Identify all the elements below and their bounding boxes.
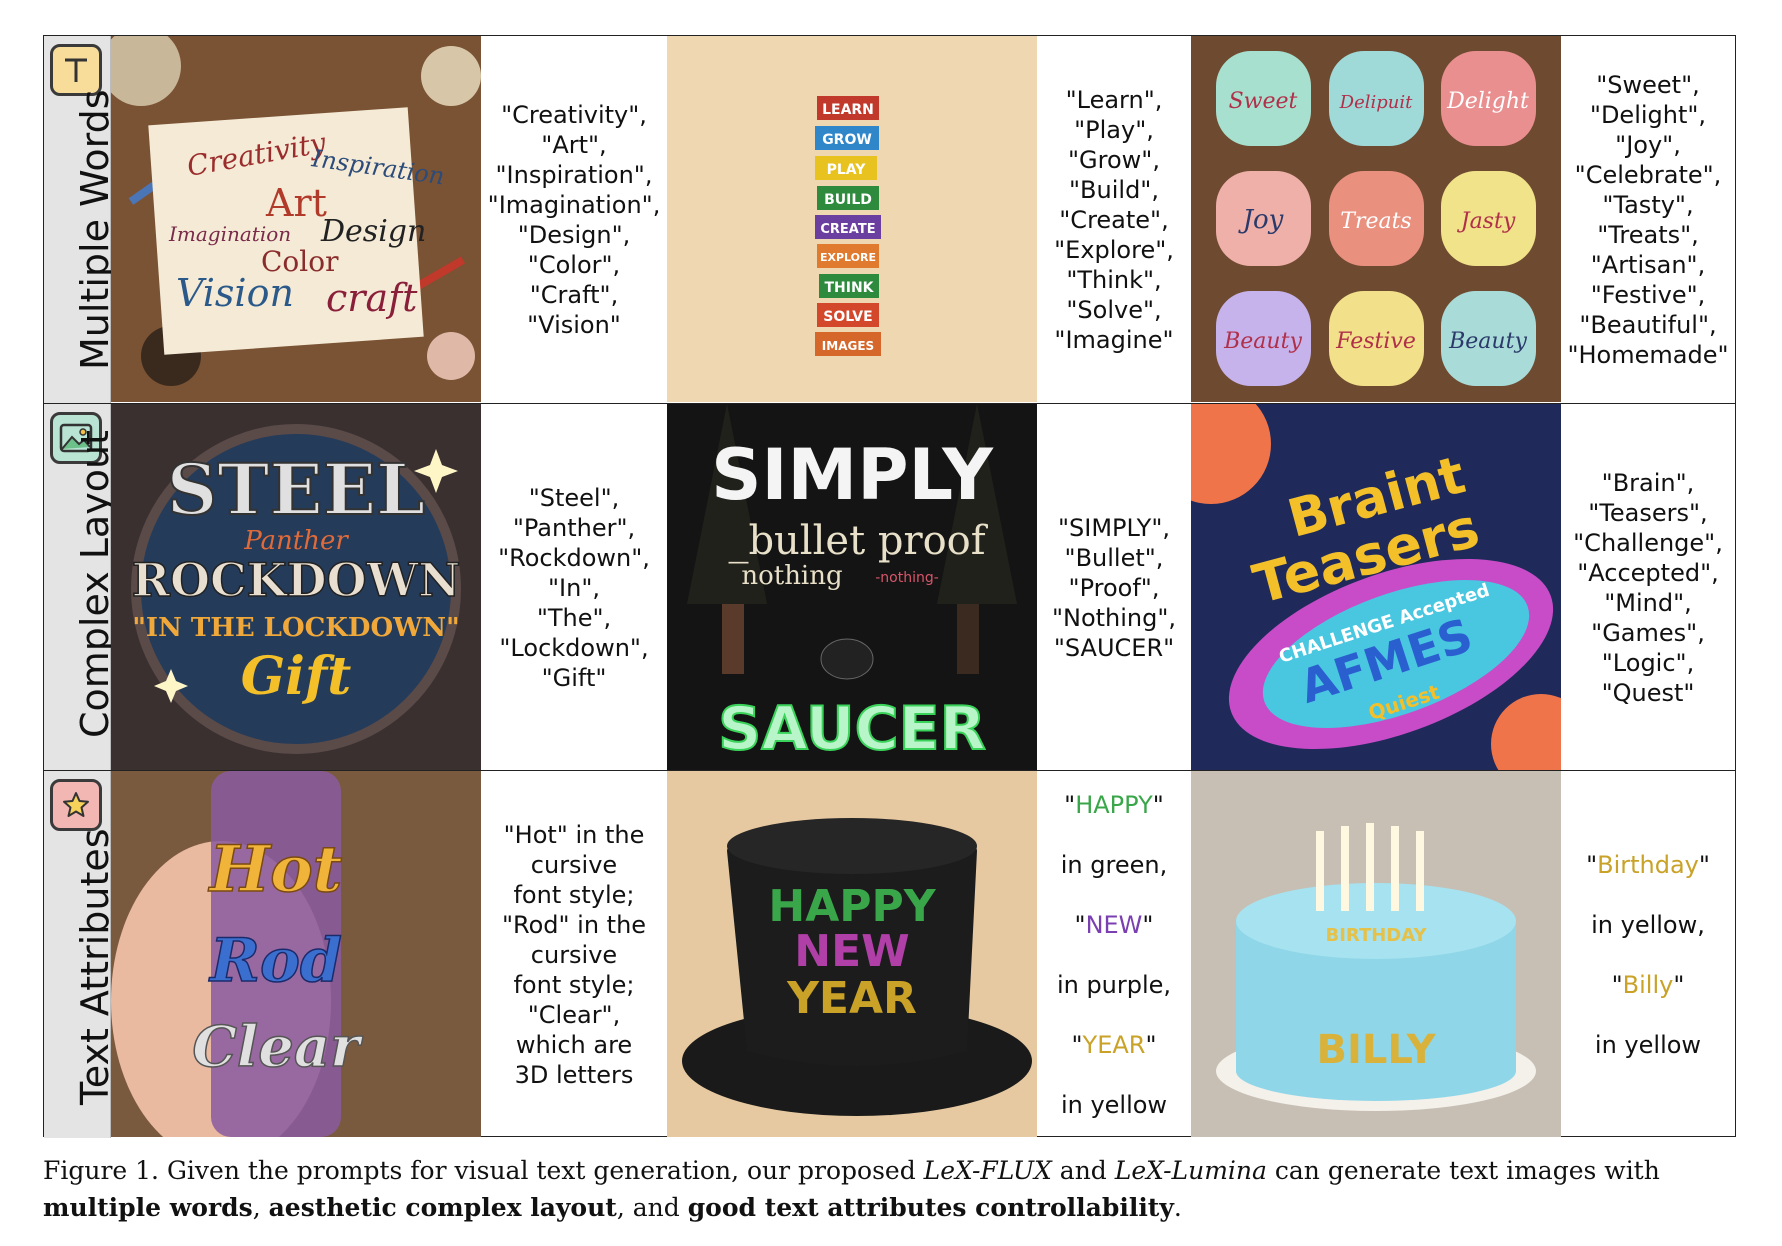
attr-line: "HAPPY" [1064,790,1164,819]
row-label: Complex Layout [73,430,117,738]
stacked-word-blocks-image: LEARN GROW PLAY BUILD CREATE EXPLORE THI… [667,36,1037,403]
svg-text:-nothing-: -nothing- [875,570,939,586]
concert-stage-neon-image: SIMPLY _bullet proof nothing -nothing- S… [667,404,1037,771]
svg-text:Clear: Clear [192,1014,363,1080]
svg-text:THINK: THINK [824,280,874,296]
svg-text:LEARN: LEARN [822,102,874,118]
new-year-top-hat-image: HAPPY NEW YEAR [667,771,1037,1138]
prompt-text: "SIMPLY", "Bullet", "Proof", "Nothing", … [1051,513,1177,662]
svg-text:NEW: NEW [794,926,909,977]
decorated-cookies-image: Sweet Delipuit Delight Joy Treats Jasty … [1191,36,1561,403]
colored-word: NEW [1085,910,1143,939]
svg-text:STEEL: STEEL [167,448,426,531]
colored-word: Birthday [1597,850,1699,879]
svg-text:YEAR: YEAR [786,973,917,1024]
svg-text:SAUCER: SAUCER [718,694,986,764]
svg-text:nothing: nothing [741,561,842,591]
attr-line: "Billy" [1611,970,1685,999]
attr-line: "YEAR" [1071,1030,1157,1059]
steel-panther-badge-image: STEEL Panther ROCKDOWN "IN THE LOCKDOWN"… [111,404,481,771]
row-multiple-words: Multiple Words Creativity Inspiration Ar… [44,36,1735,403]
svg-text:"IN THE LOCKDOWN": "IN THE LOCKDOWN" [132,613,459,643]
svg-text:SOLVE: SOLVE [823,309,872,325]
prompt-text: "Hot" in the cursive font style; "Rod" i… [501,820,647,1089]
svg-text:Joy: Joy [1238,205,1284,235]
svg-text:Sweet: Sweet [1229,89,1298,114]
colored-word: HAPPY [1075,790,1153,819]
attr-line: in yellow, [1591,910,1705,939]
row-label-column: Multiple Words [44,36,117,403]
text-t-icon [50,44,102,96]
svg-text:Design: Design [320,214,426,249]
row-label: Multiple Words [73,89,117,371]
svg-text:GROW: GROW [822,132,872,148]
svg-text:Festive: Festive [1335,329,1416,354]
svg-text:_bullet proof: _bullet proof [728,518,988,564]
svg-text:Gift: Gift [241,646,352,707]
colored-word: Billy [1622,970,1674,999]
svg-text:Treats: Treats [1340,209,1411,234]
attr-line: in yellow [1060,1090,1168,1119]
svg-text:Jasty: Jasty [1457,209,1516,234]
prompt-text: "Learn", "Play", "Grow", "Build", "Creat… [1054,85,1174,354]
svg-text:CREATE: CREATE [820,222,875,237]
svg-text:Art: Art [265,181,327,225]
attr-line: in purple, [1056,970,1172,999]
svg-text:Vision: Vision [176,271,294,315]
attribute-prompt: "HAPPY" in green, "NEW" in purple, "YEAR… [1037,771,1191,1138]
svg-text:PLAY: PLAY [827,162,867,178]
row-label-column: Complex Layout [44,404,117,771]
hand-holding-gem-tube-image: Hot Rod Clear [111,771,481,1138]
figure-caption: Figure 1. Given the prompts for visual t… [43,1156,1660,1222]
svg-text:Panther: Panther [243,526,349,556]
svg-text:Delight: Delight [1446,89,1529,114]
svg-text:Rod: Rod [208,926,342,996]
attr-line: "NEW" [1074,910,1154,939]
svg-text:SIMPLY: SIMPLY [711,434,994,516]
row-complex-layout: Complex Layout STEEL Panther ROCKDOWN "I… [44,403,1735,771]
svg-text:ROCKDOWN: ROCKDOWN [132,553,461,607]
svg-text:Hot: Hot [208,832,343,907]
svg-text:Beauty: Beauty [1448,329,1527,354]
prompt-text: "Creativity", "Art", "Inspiration", "Ima… [487,100,661,339]
attribute-prompt: "Birthday" in yellow, "Billy" in yellow [1561,771,1735,1138]
prompt-text: "Sweet", "Delight", "Joy", "Celebrate", … [1567,70,1729,369]
svg-text:BUILD: BUILD [824,192,872,208]
colored-word: YEAR [1082,1030,1146,1059]
attr-line: "Birthday" [1586,850,1710,879]
svg-text:HAPPY: HAPPY [768,881,936,932]
art-supplies-calligraphy-image: Creativity Inspiration Art Imagination D… [111,36,481,403]
attr-line: in green, [1060,850,1168,879]
svg-text:EXPLORE: EXPLORE [820,251,876,264]
row-text-attributes: Text Attributes Hot Rod Clear "Hot" in t… [44,770,1735,1138]
svg-text:Imagination: Imagination [168,222,291,246]
row-label: Text Attributes [73,828,117,1105]
svg-text:BILLY: BILLY [1316,1027,1436,1073]
svg-text:craft: craft [326,276,418,320]
svg-text:BIRTHDAY: BIRTHDAY [1326,925,1428,946]
figure-grid: Multiple Words Creativity Inspiration Ar… [43,35,1736,1138]
brain-teasers-poster-image: Braint Teasers CHALLENGE Accepted AFMES … [1191,404,1561,771]
svg-text:IMAGES: IMAGES [822,339,874,353]
birthday-cake-image: BIRTHDAY BILLY [1191,771,1561,1138]
star-icon [50,779,102,831]
svg-text:Delipuit: Delipuit [1339,92,1413,113]
svg-text:Beauty: Beauty [1223,329,1302,354]
attr-line: in yellow [1594,1030,1702,1059]
prompt-text: "Steel", "Panther", "Rockdown", "In", "T… [498,483,650,692]
row-label-column: Text Attributes [44,771,117,1138]
prompt-text: "Brain", "Teasers", "Challenge", "Accept… [1573,468,1723,707]
